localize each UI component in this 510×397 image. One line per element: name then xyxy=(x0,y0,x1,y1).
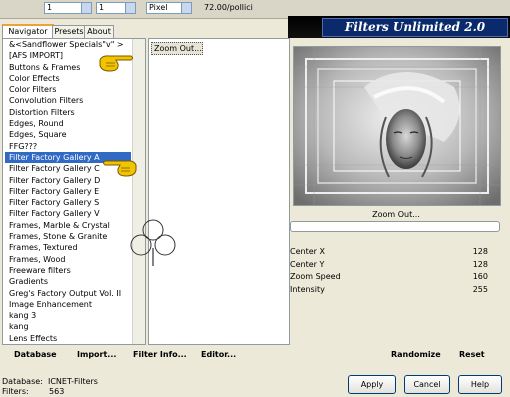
param-row[interactable]: Center Y 128 xyxy=(290,259,502,272)
resolution-text: 72.00/pollici xyxy=(204,3,253,12)
param-label: Intensity xyxy=(290,285,325,295)
category-item[interactable]: kang 3 xyxy=(5,310,131,321)
pointing-hand-icon xyxy=(103,160,137,177)
param-row[interactable]: Zoom Speed 160 xyxy=(290,271,502,284)
reset-link[interactable]: Reset xyxy=(459,350,485,359)
pointing-hand-icon xyxy=(99,55,133,72)
param-label: Center Y xyxy=(290,259,325,269)
tb-field-2[interactable]: 1 xyxy=(96,2,136,14)
db-value: ICNET-Filters xyxy=(47,377,98,386)
param-row[interactable]: Center X 128 xyxy=(290,246,502,259)
database-info: Database: ICNET-Filters Filters: 563 xyxy=(2,377,98,397)
category-scrollbar[interactable] xyxy=(132,39,145,344)
category-item[interactable]: Greg's Factory Output Vol. II xyxy=(5,288,131,299)
apply-button[interactable]: Apply xyxy=(348,375,396,394)
banner-plate: Filters Unlimited 2.0 xyxy=(322,18,508,37)
category-list-panel: &<Sandflower Specials"v" > [AFS IMPORT] Bu… xyxy=(2,38,146,345)
param-value: 128 xyxy=(472,259,488,269)
db-label: Database: xyxy=(2,377,43,386)
category-item[interactable]: Lens Effects xyxy=(5,333,131,344)
tab-presets[interactable]: Presets xyxy=(52,25,86,38)
tb-field-1-value: 1 xyxy=(47,3,53,12)
param-value: 255 xyxy=(472,285,488,295)
parameter-list: Center X 128 Center Y 128 Zoom Speed 160 Inten… xyxy=(290,246,502,297)
unit-select[interactable]: Pixel xyxy=(146,2,192,14)
tb-field-2-value: 1 xyxy=(99,3,105,12)
category-item[interactable]: Image Enhancement xyxy=(5,299,131,310)
category-item[interactable]: Color Effects xyxy=(5,73,131,84)
preview-image xyxy=(293,46,501,206)
chevron-down-icon[interactable] xyxy=(81,3,91,13)
chevron-down-icon[interactable] xyxy=(125,3,135,13)
randomize-link[interactable]: Randomize xyxy=(391,350,441,359)
param-row[interactable]: Intensity 255 xyxy=(290,284,502,297)
category-item[interactable]: Frames, Marble & Crystal xyxy=(5,220,131,231)
tb-field-1[interactable]: 1 xyxy=(44,2,92,14)
category-item[interactable]: Filter Factory Gallery E xyxy=(5,186,131,197)
category-item[interactable]: Frames, Textured xyxy=(5,242,131,253)
category-item[interactable]: Frames, Wood xyxy=(5,254,131,265)
category-item[interactable]: Filter Factory Gallery V xyxy=(5,208,131,219)
tab-navigator[interactable]: Navigator xyxy=(2,24,54,39)
import-link[interactable]: Import... xyxy=(77,350,116,359)
filter-item-zoom-out[interactable]: Zoom Out... xyxy=(151,42,203,55)
param-value: 160 xyxy=(472,272,488,282)
progress-bar xyxy=(290,221,500,232)
clover-icon xyxy=(130,219,176,266)
chevron-down-icon[interactable] xyxy=(181,3,191,13)
category-item[interactable]: Frames, Stone & Granite xyxy=(5,231,131,242)
help-button[interactable]: Help xyxy=(458,375,502,394)
category-item[interactable]: Gradients xyxy=(5,276,131,287)
category-item[interactable]: Distortion Filters xyxy=(5,107,131,118)
filter-list-panel: Zoom Out... xyxy=(148,38,290,345)
category-item[interactable]: Filter Factory Gallery S xyxy=(5,197,131,208)
category-item[interactable]: &<Sandflower Specials"v" > xyxy=(5,39,131,50)
category-item[interactable]: Color Filters xyxy=(5,84,131,95)
param-value: 128 xyxy=(472,247,488,256)
app-title: Filters Unlimited 2.0 xyxy=(344,20,486,34)
param-label: Zoom Speed xyxy=(290,272,341,282)
category-item[interactable]: kang xyxy=(5,321,131,332)
filters-value: 563 xyxy=(49,387,65,396)
category-item[interactable]: Edges, Square xyxy=(5,129,131,140)
tab-about[interactable]: About xyxy=(84,25,114,38)
category-item[interactable]: FFG??? xyxy=(5,141,131,152)
watermark xyxy=(128,218,178,268)
preview-artwork xyxy=(294,47,500,205)
category-item[interactable]: Convolution Filters xyxy=(5,95,131,106)
editor-link[interactable]: Editor... xyxy=(201,350,236,359)
filter-info-link[interactable]: Filter Info... xyxy=(133,350,187,359)
preview-filter-name: Zoom Out... xyxy=(372,210,420,219)
category-item[interactable]: Freeware filters xyxy=(5,265,131,276)
unit-value: Pixel xyxy=(149,3,168,12)
param-label: Center X xyxy=(290,247,325,256)
cancel-button[interactable]: Cancel xyxy=(404,375,450,394)
filters-label: Filters: xyxy=(2,387,29,396)
category-item[interactable]: Edges, Round xyxy=(5,118,131,129)
database-link[interactable]: Database xyxy=(14,350,57,359)
category-list[interactable]: &<Sandflower Specials"v" > [AFS IMPORT] Bu… xyxy=(5,39,131,344)
app-banner: Filters Unlimited 2.0 xyxy=(288,16,510,38)
